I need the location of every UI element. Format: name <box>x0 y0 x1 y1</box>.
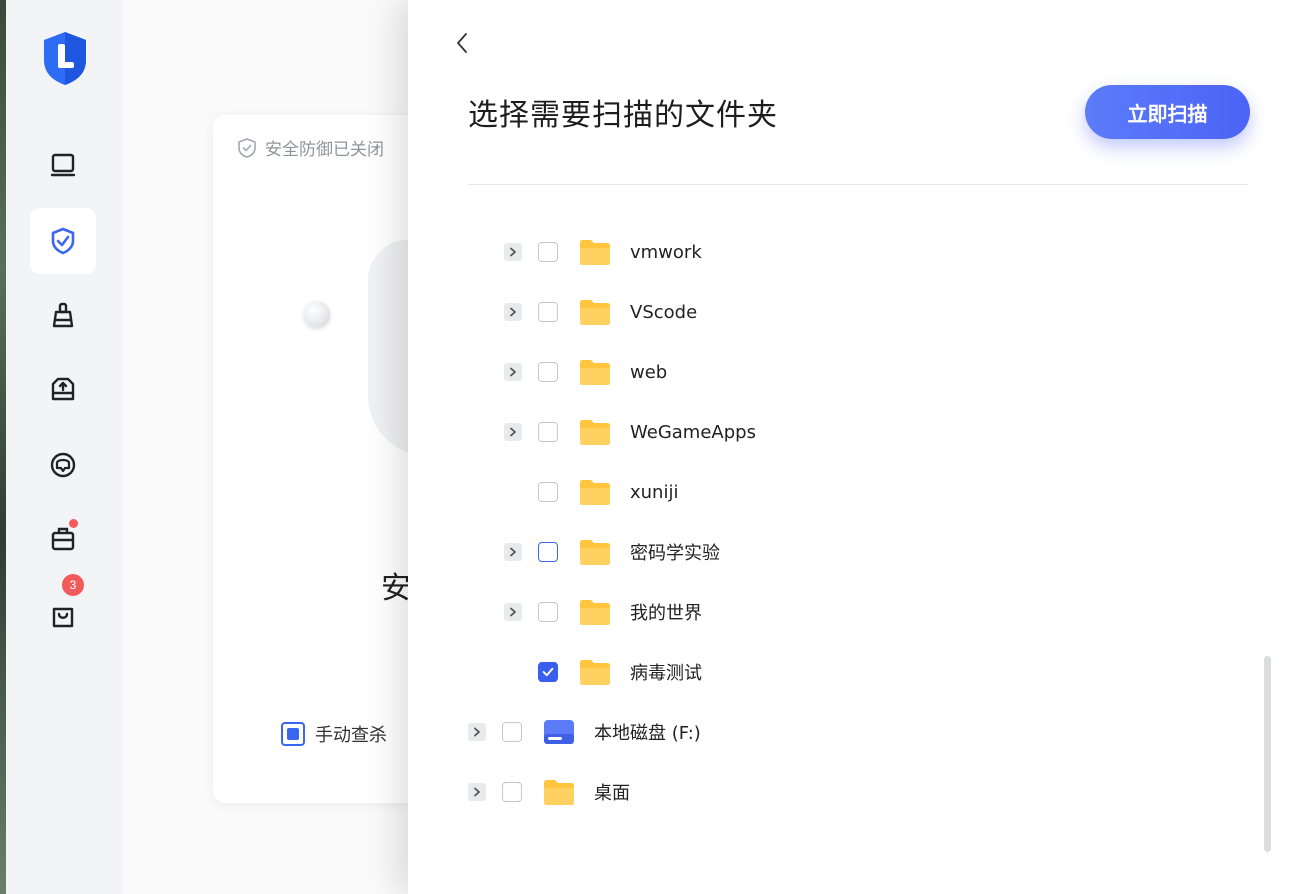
expand-arrow-icon[interactable] <box>504 363 522 381</box>
broom-icon <box>52 302 74 328</box>
manual-scan-button[interactable]: 手动查杀 <box>281 721 387 747</box>
expand-arrow-icon[interactable] <box>504 543 522 561</box>
protection-status-label: 安全防御已关闭 <box>265 140 384 160</box>
folder-icon <box>578 537 612 567</box>
app-logo <box>44 32 86 85</box>
bag-icon <box>52 607 74 628</box>
folder-checkbox[interactable] <box>502 722 522 742</box>
folder-label: 本地磁盘 (F:) <box>594 723 701 744</box>
sidebar-item-computer[interactable] <box>30 132 96 198</box>
shield-outline-icon <box>238 137 256 158</box>
folder-label: 病毒测试 <box>630 663 702 684</box>
folder-row[interactable]: xuniji <box>504 472 678 512</box>
folder-checkbox[interactable] <box>538 542 558 562</box>
expand-arrow-icon[interactable] <box>468 723 486 741</box>
expand-arrow-icon[interactable] <box>504 423 522 441</box>
folder-label: vmwork <box>630 241 702 263</box>
folder-label: VScode <box>630 301 698 323</box>
folder-checkbox[interactable] <box>538 602 558 622</box>
sidebar-item-privacy[interactable] <box>30 432 96 498</box>
card-headline: 安 <box>381 571 411 606</box>
notification-badge: 3 <box>62 574 84 596</box>
manual-scan-label: 手动查杀 <box>315 725 387 746</box>
sidebar-item-disk[interactable] <box>30 356 96 422</box>
monitor-icon <box>50 153 76 177</box>
folder-icon <box>578 597 612 627</box>
folder-row[interactable]: vmwork <box>504 232 702 272</box>
folder-row[interactable]: 本地磁盘 (F:) <box>468 712 701 752</box>
protection-status: 安全防御已关闭 <box>237 135 384 160</box>
drive-upload-icon <box>51 377 75 401</box>
expander-spacer <box>504 663 522 681</box>
folder-icon <box>578 417 612 447</box>
status-orb <box>304 301 330 327</box>
folder-icon <box>578 297 612 327</box>
disk-drive-icon <box>542 717 576 747</box>
folder-label: xuniji <box>630 481 679 503</box>
folder-row[interactable]: 我的世界 <box>504 592 702 632</box>
folder-row[interactable]: 病毒测试 <box>504 652 702 692</box>
expander-spacer <box>504 483 522 501</box>
toolbox-icon <box>51 527 75 551</box>
folder-row[interactable]: WeGameApps <box>504 412 756 452</box>
folder-label: 桌面 <box>594 783 630 804</box>
folder-label: WeGameApps <box>630 421 756 443</box>
folder-checkbox[interactable] <box>538 302 558 322</box>
folder-checkbox[interactable] <box>502 782 522 802</box>
expand-arrow-icon[interactable] <box>504 603 522 621</box>
panel-title: 选择需要扫描的文件夹 <box>468 98 778 133</box>
divider <box>468 184 1248 185</box>
manual-scan-icon <box>281 722 305 746</box>
folder-checkbox[interactable] <box>538 422 558 442</box>
back-arrow-icon[interactable] <box>452 30 472 56</box>
folder-icon <box>578 477 612 507</box>
folder-icon <box>578 357 612 387</box>
chat-radar-icon <box>50 452 76 478</box>
folder-row[interactable]: web <box>504 352 667 392</box>
sidebar-item-toolbox[interactable] <box>30 506 96 572</box>
folder-label: web <box>630 361 668 383</box>
folder-select-panel: 选择需要扫描的文件夹 立即扫描 vmwork VScode web WeGameApp… <box>408 0 1302 894</box>
shield-check-icon <box>51 227 75 255</box>
expand-arrow-icon[interactable] <box>504 303 522 321</box>
folder-checkbox[interactable] <box>538 662 558 682</box>
expand-arrow-icon[interactable] <box>468 783 486 801</box>
folder-checkbox[interactable] <box>538 482 558 502</box>
scan-now-button[interactable]: 立即扫描 <box>1085 85 1250 139</box>
folder-icon <box>578 237 612 267</box>
folder-label: 密码学实验 <box>630 543 720 564</box>
sidebar-item-cleanup[interactable] <box>30 282 96 348</box>
sidebar: 3 <box>6 0 123 894</box>
folder-icon <box>578 657 612 687</box>
folder-row[interactable]: 密码学实验 <box>504 532 720 572</box>
expand-arrow-icon[interactable] <box>504 243 522 261</box>
sidebar-item-store[interactable]: 3 <box>30 574 96 648</box>
scrollbar[interactable] <box>1264 656 1271 852</box>
folder-checkbox[interactable] <box>538 362 558 382</box>
folder-label: 我的世界 <box>630 603 702 624</box>
folder-row[interactable]: 桌面 <box>468 772 630 812</box>
folder-checkbox[interactable] <box>538 242 558 262</box>
folder-icon <box>542 777 576 807</box>
notification-dot <box>69 519 78 528</box>
folder-row[interactable]: VScode <box>504 292 697 332</box>
sidebar-item-protection[interactable] <box>30 208 96 274</box>
